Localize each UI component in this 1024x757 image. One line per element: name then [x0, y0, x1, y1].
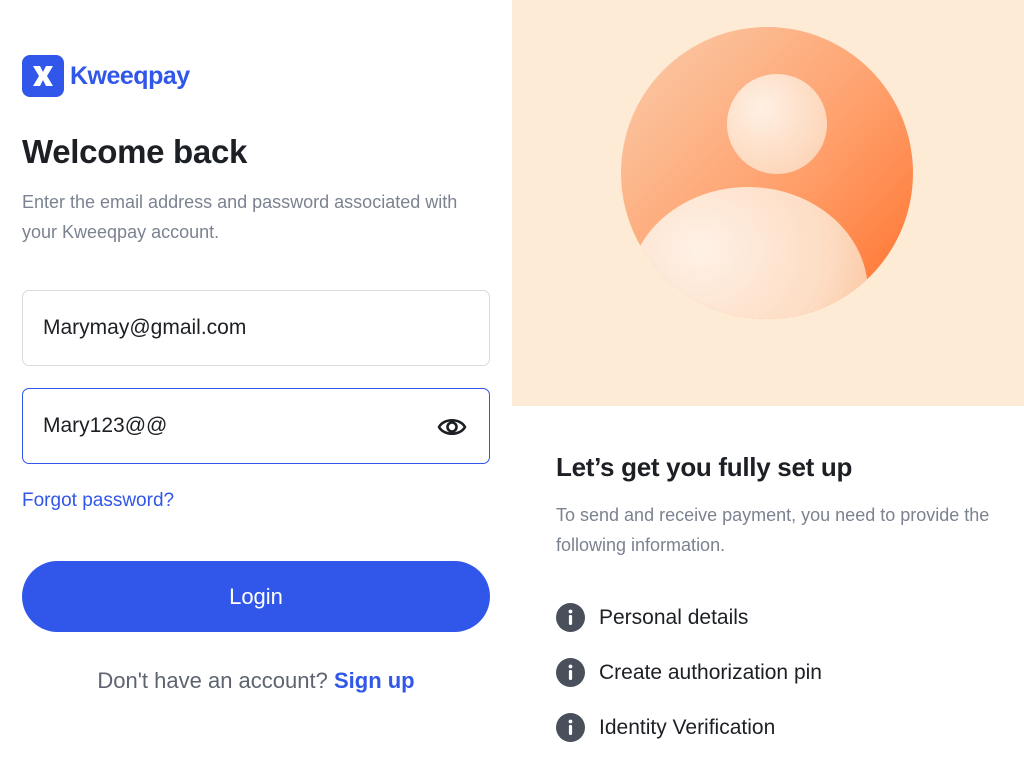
password-input[interactable]: [43, 389, 423, 463]
requirement-item: Personal details: [556, 590, 822, 645]
requirement-label: Personal details: [599, 605, 749, 629]
user-avatar-illustration: [621, 27, 913, 319]
page-title: Welcome back: [22, 133, 248, 170]
signup-link[interactable]: Sign up: [334, 668, 415, 693]
eye-icon[interactable]: [437, 414, 467, 440]
brand: Kweeqpay: [22, 55, 190, 97]
requirement-item: Create authorization pin: [556, 645, 822, 700]
signup-prompt: Don't have an account?: [97, 668, 328, 693]
page-subtitle: Enter the email address and password ass…: [22, 192, 458, 242]
requirement-label: Create authorization pin: [599, 660, 822, 684]
requirements-list: Personal details Create authorization pi…: [556, 590, 822, 755]
forgot-password-link[interactable]: Forgot password?: [22, 490, 174, 512]
brand-name: Kweeqpay: [70, 61, 190, 90]
signup-line: Don't have an account? Sign up: [22, 668, 490, 694]
info-icon: [556, 713, 585, 742]
email-input[interactable]: [43, 291, 423, 365]
login-button[interactable]: Login: [22, 561, 490, 632]
email-field: [22, 290, 490, 366]
password-field: [22, 388, 490, 464]
requirement-label: Identity Verification: [599, 715, 776, 739]
info-icon: [556, 603, 585, 632]
requirement-item: Identity Verification: [556, 700, 822, 755]
setup-title: Let’s get you fully set up: [556, 452, 853, 482]
kweeqpay-logo-icon: [22, 55, 64, 97]
setup-description: To send and receive payment, you need to…: [556, 505, 990, 555]
hero-illustration: [512, 0, 1024, 406]
login-panel: Kweeqpay Welcome back Enter the email ad…: [0, 0, 512, 757]
info-icon: [556, 658, 585, 687]
